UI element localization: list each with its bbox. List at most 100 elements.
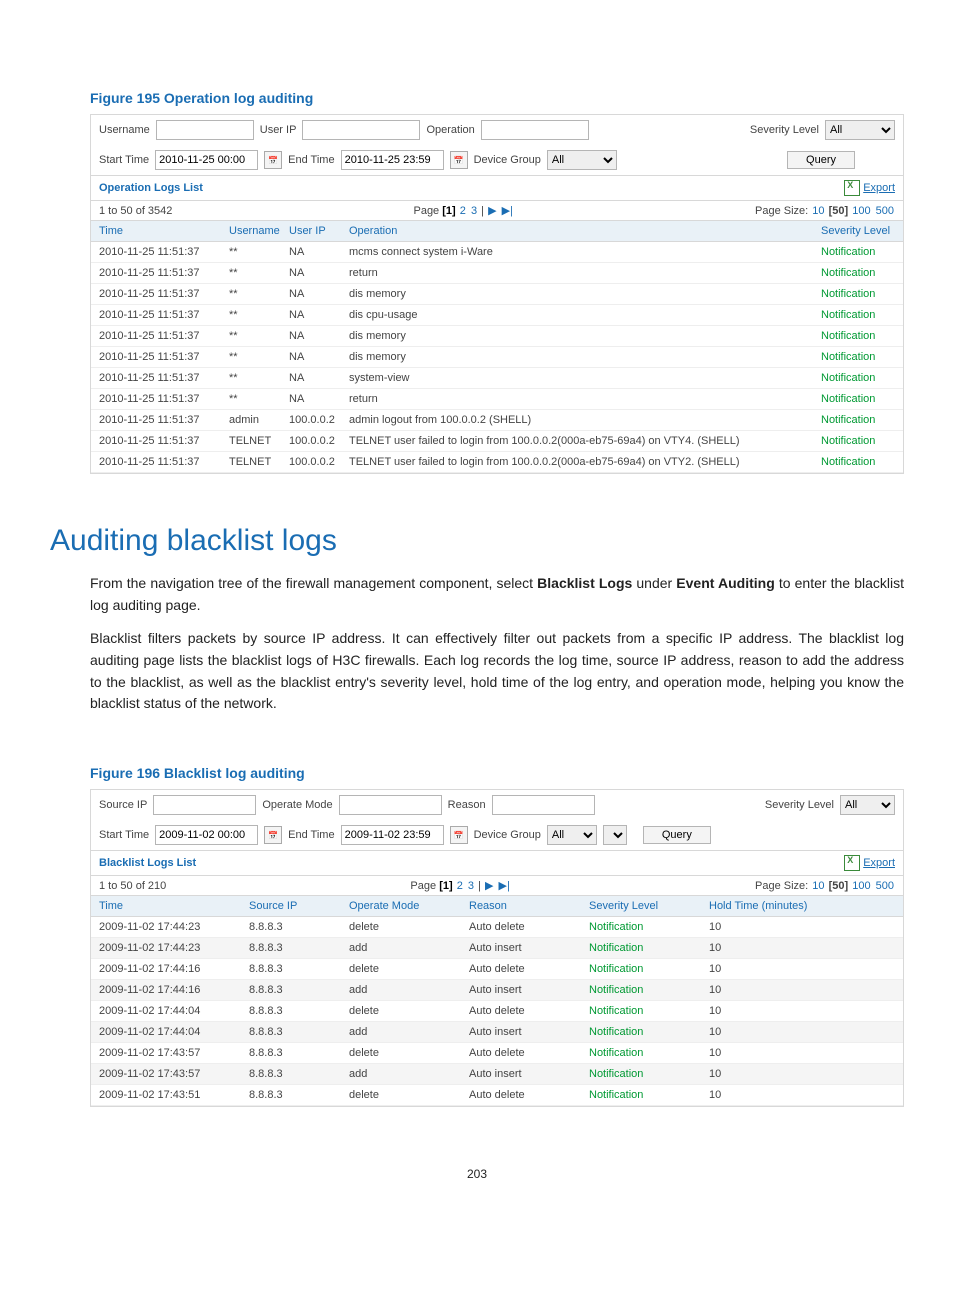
operation-label: Operation: [426, 124, 474, 136]
pagesize-500[interactable]: 500: [876, 205, 894, 217]
bl-col-sourceip[interactable]: Source IP: [241, 896, 341, 917]
device-group-label: Device Group: [474, 154, 541, 166]
userip-label: User IP: [260, 124, 297, 136]
page-last[interactable]: ▶|: [499, 880, 510, 892]
bl-record-count: 1 to 50 of 210: [99, 880, 166, 892]
bl-extra-select[interactable]: [603, 825, 627, 845]
col-operation[interactable]: Operation: [341, 221, 813, 242]
bl-start-input[interactable]: [155, 825, 258, 845]
severity-label: Severity Level: [750, 124, 819, 136]
table-row: 2010-11-25 11:51:37**NAsystem-viewNotifi…: [91, 368, 903, 389]
bl-filter-row1: Source IP Operate Mode Reason Severity L…: [91, 790, 903, 820]
table-row: 2010-11-25 11:51:37**NAdis memoryNotific…: [91, 347, 903, 368]
pager: Page [1] 2 3 | ▶ ▶|: [172, 204, 755, 217]
operation-input[interactable]: [481, 120, 589, 140]
page-2[interactable]: 2: [460, 205, 466, 217]
table-row: 2010-11-25 11:51:37**NAreturnNotificatio…: [91, 263, 903, 284]
bl-col-time[interactable]: Time: [91, 896, 241, 917]
table-row: 2010-11-25 11:51:37**NAdis cpu-usageNoti…: [91, 305, 903, 326]
record-count: 1 to 50 of 3542: [99, 205, 172, 217]
bl-pager: Page [1] 2 3 | ▶ ▶|: [166, 879, 755, 892]
xls-icon: [844, 180, 860, 196]
page-next[interactable]: ▶: [485, 880, 493, 892]
table-row: 2009-11-02 17:44:048.8.8.3deleteAuto del…: [91, 1001, 903, 1022]
figure-195-title: Figure 195 Operation log auditing: [90, 90, 904, 106]
table-row: 2009-11-02 17:43:578.8.8.3addAuto insert…: [91, 1064, 903, 1085]
table-row: 2009-11-02 17:44:168.8.8.3deleteAuto del…: [91, 959, 903, 980]
calendar-icon[interactable]: 📅: [264, 826, 282, 844]
table-row: 2009-11-02 17:44:238.8.8.3deleteAuto del…: [91, 917, 903, 938]
page-number: 203: [50, 1167, 904, 1181]
page-next[interactable]: ▶: [488, 205, 496, 217]
bl-col-reason[interactable]: Reason: [461, 896, 581, 917]
col-username[interactable]: Username: [221, 221, 281, 242]
blacklist-logs-table: Time Source IP Operate Mode Reason Sever…: [91, 896, 903, 1106]
bl-filter-row2: Start Time 📅 End Time 📅 Device Group All…: [91, 820, 903, 850]
op-filter-row1: Username User IP Operation Severity Leve…: [91, 115, 903, 145]
bl-device-group-label: Device Group: [474, 829, 541, 841]
sourceip-input[interactable]: [153, 795, 256, 815]
table-row: 2010-11-25 11:51:37**NAdis memoryNotific…: [91, 284, 903, 305]
severity-select[interactable]: All: [825, 120, 895, 140]
calendar-icon[interactable]: 📅: [450, 826, 468, 844]
reason-label: Reason: [448, 799, 486, 811]
page-3[interactable]: 3: [468, 880, 474, 892]
bl-col-mode[interactable]: Operate Mode: [341, 896, 461, 917]
userip-input[interactable]: [302, 120, 420, 140]
page-last[interactable]: ▶|: [502, 205, 513, 217]
bl-query-button[interactable]: Query: [643, 826, 711, 844]
pagesize-10[interactable]: 10: [812, 880, 824, 892]
bl-end-label: End Time: [288, 829, 334, 841]
bl-list-title: Blacklist Logs List: [99, 857, 196, 869]
op-list-title: Operation Logs List: [99, 182, 203, 194]
pagesize-50: [50]: [829, 880, 849, 892]
end-time-input[interactable]: [341, 150, 444, 170]
table-row: 2010-11-25 11:51:37**NAmcms connect syst…: [91, 242, 903, 263]
table-row: 2009-11-02 17:43:578.8.8.3deleteAuto del…: [91, 1043, 903, 1064]
reason-input[interactable]: [492, 795, 595, 815]
blacklist-log-panel: Source IP Operate Mode Reason Severity L…: [90, 789, 904, 1107]
table-row: 2009-11-02 17:44:238.8.8.3addAuto insert…: [91, 938, 903, 959]
table-row: 2010-11-25 11:51:37**NAreturnNotificatio…: [91, 389, 903, 410]
username-label: Username: [99, 124, 150, 136]
table-row: 2010-11-25 11:51:37TELNET100.0.0.2TELNET…: [91, 431, 903, 452]
section-heading: Auditing blacklist logs: [50, 524, 904, 558]
figure-196-title: Figure 196 Blacklist log auditing: [90, 765, 904, 781]
col-severity[interactable]: Severity Level: [813, 221, 903, 242]
page-3[interactable]: 3: [471, 205, 477, 217]
table-row: 2010-11-25 11:51:37admin100.0.0.2admin l…: [91, 410, 903, 431]
bl-severity-select[interactable]: All: [840, 795, 895, 815]
calendar-icon[interactable]: 📅: [450, 151, 468, 169]
operation-log-panel: Username User IP Operation Severity Leve…: [90, 114, 904, 474]
username-input[interactable]: [156, 120, 254, 140]
bl-export-link[interactable]: Export: [844, 855, 895, 871]
bl-device-group-select[interactable]: All: [547, 825, 597, 845]
pagesize-100[interactable]: 100: [852, 205, 870, 217]
pagesize-500[interactable]: 500: [876, 880, 894, 892]
bl-page-size: Page Size: 10 [50] 100 500: [755, 880, 895, 892]
export-link[interactable]: Export: [844, 180, 895, 196]
col-userip[interactable]: User IP: [281, 221, 341, 242]
xls-icon: [844, 855, 860, 871]
bl-end-input[interactable]: [341, 825, 444, 845]
bl-col-hold[interactable]: Hold Time (minutes): [701, 896, 903, 917]
device-group-select[interactable]: All: [547, 150, 617, 170]
query-button[interactable]: Query: [787, 151, 855, 169]
end-time-label: End Time: [288, 154, 334, 166]
bl-col-severity[interactable]: Severity Level: [581, 896, 701, 917]
table-row: 2010-11-25 11:51:37TELNET100.0.0.2TELNET…: [91, 452, 903, 473]
table-row: 2009-11-02 17:44:168.8.8.3addAuto insert…: [91, 980, 903, 1001]
calendar-icon[interactable]: 📅: [264, 151, 282, 169]
col-time[interactable]: Time: [91, 221, 221, 242]
section-para-2: Blacklist filters packets by source IP a…: [90, 628, 904, 715]
op-filter-row2: Start Time 📅 End Time 📅 Device Group All…: [91, 145, 903, 175]
operatemode-label: Operate Mode: [262, 799, 332, 811]
sourceip-label: Source IP: [99, 799, 147, 811]
pagesize-10[interactable]: 10: [812, 205, 824, 217]
page-2[interactable]: 2: [457, 880, 463, 892]
page-size: Page Size: 10 [50] 100 500: [755, 205, 895, 217]
pagesize-100[interactable]: 100: [852, 880, 870, 892]
operatemode-input[interactable]: [339, 795, 442, 815]
start-time-input[interactable]: [155, 150, 258, 170]
section-para-1: From the navigation tree of the firewall…: [90, 573, 904, 616]
